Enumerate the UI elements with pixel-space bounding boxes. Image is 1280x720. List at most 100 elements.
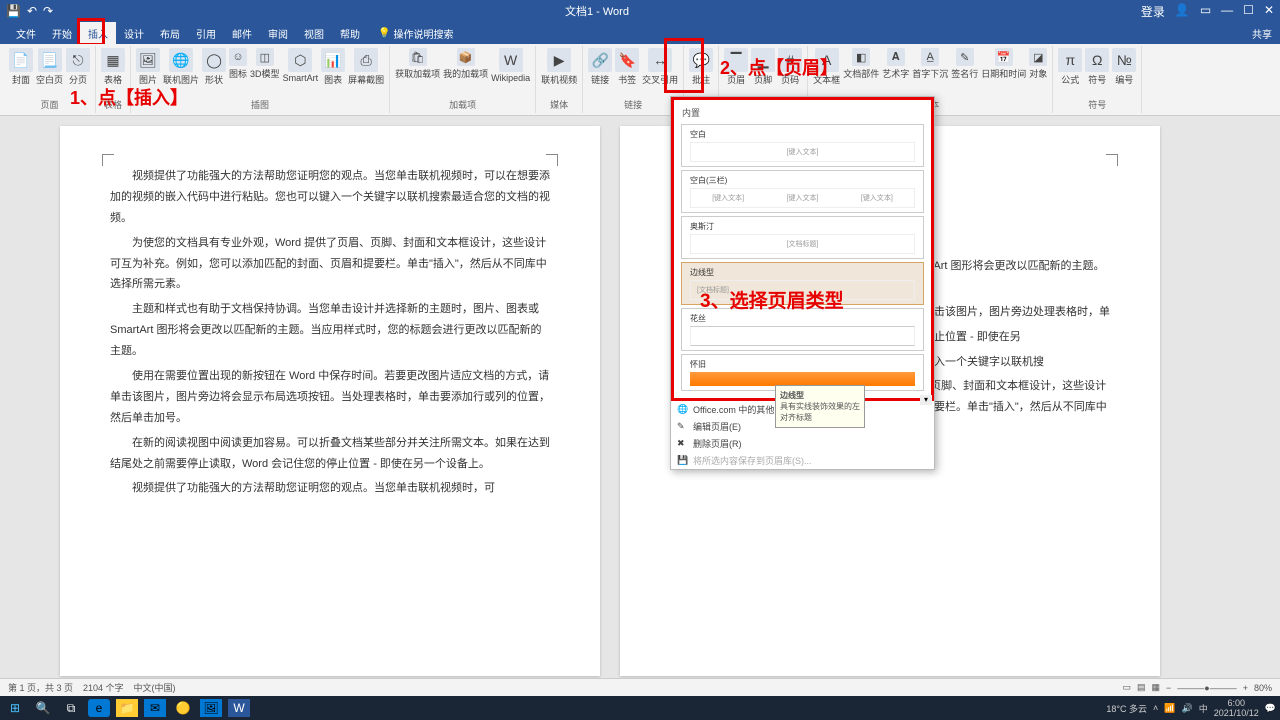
zoom-slider[interactable]: ———●——— [1177,683,1236,693]
network-icon[interactable]: 📶 [1164,703,1175,714]
shapes-button[interactable]: ◯形状 [202,48,226,86]
symbol-button[interactable]: Ω符号 [1085,48,1109,86]
para: 为使您的文档具有专业外观，Word 提供了页眉、页脚、封面和文本框设计，这些设计… [110,233,550,296]
status-words[interactable]: 2104 个字 [83,681,124,694]
taskview-icon[interactable]: ⧉ [60,699,82,717]
datetime-button[interactable]: 📅日期和时间 [981,48,1026,80]
callout-1: 1、点【插入】 [70,84,188,110]
store-button[interactable]: 🛍获取加载项 [395,48,440,80]
undo-icon[interactable]: ↶ [27,4,37,18]
gallery-item-prominent[interactable]: 花丝 [681,308,924,351]
comment-button[interactable]: 💬批注 [689,48,713,86]
gallery-scroll-down[interactable]: ▾ [920,395,932,405]
bookmark-button[interactable]: 🔖书签 [615,48,639,86]
photos-icon[interactable]: 🖼 [200,699,222,717]
group-links-label: 链接 [588,98,678,111]
word-icon[interactable]: W [228,699,250,717]
number-button[interactable]: №编号 [1112,48,1136,86]
edge-icon[interactable]: e [88,699,110,717]
minimize-icon[interactable]: — [1221,3,1233,20]
zoom-level[interactable]: 80% [1254,683,1272,693]
para: 视频提供了功能强大的方法帮助您证明您的观点。当您单击联机视频时，可 [110,478,550,499]
para: 主题和样式也有助于文档保持协调。当您单击设计并选择新的主题时，图片、图表或 Sm… [110,299,550,362]
gallery-remove-header[interactable]: ✖删除页眉(R) [671,435,934,452]
view-web-icon[interactable]: ▦ [1152,682,1161,693]
bulb-icon: 💡 [378,28,390,39]
tab-file[interactable]: 文件 [8,22,44,44]
search-icon[interactable]: 🔍 [32,699,54,717]
icons-button[interactable]: ☺图标 [229,48,247,80]
para: 使用在需要位置出现的新按钮在 Word 中保存时间。若要更改图片适应文档的方式，… [110,366,550,429]
sigline-button[interactable]: ✎签名行 [951,48,978,80]
chart-button[interactable]: 📊图表 [321,48,345,86]
equation-button[interactable]: π公式 [1058,48,1082,86]
group-symbols-label: 符号 [1058,98,1136,111]
tell-me[interactable]: 💡 操作说明搜索 [378,26,453,41]
pictures-button[interactable]: 🖼图片 [136,48,160,86]
gallery-tooltip: 边线型 具有实线装饰效果的左对齐标题 [775,385,865,428]
quickparts-button[interactable]: ◧文档部件 [843,48,879,80]
object-button[interactable]: ◪对象 [1029,48,1047,80]
save-icon[interactable]: 💾 [6,4,21,18]
ime-icon[interactable]: 中 [1199,702,1208,715]
start-button[interactable]: ⊞ [4,699,26,717]
clock-time[interactable]: 6:00 [1214,698,1259,708]
myaddins-button[interactable]: 📦我的加载项 [443,48,488,80]
tray-up-icon[interactable]: ˄ [1153,703,1158,713]
smartart-button[interactable]: ⬡SmartArt [283,48,319,83]
ribbon-options-icon[interactable]: ▭ [1200,3,1211,20]
chrome-icon[interactable]: 🟡 [172,699,194,717]
clock-date[interactable]: 2021/10/12 [1214,708,1259,718]
user-avatar-icon[interactable]: 👤 [1175,3,1190,20]
status-page[interactable]: 第 1 页，共 3 页 [8,681,73,694]
zoom-in-icon[interactable]: + [1243,683,1248,693]
zoom-out-icon[interactable]: − [1166,683,1171,693]
volume-icon[interactable]: 🔊 [1182,703,1193,714]
cover-page-button[interactable]: 📄封面 [9,48,33,86]
tab-design[interactable]: 设计 [116,22,152,44]
weather-widget[interactable]: 18°C 多云 [1106,702,1147,715]
wikipedia-button[interactable]: WWikipedia [491,48,530,83]
globe-icon: 🌐 [677,404,689,416]
3dmodel-button[interactable]: ◫3D模型 [250,48,280,80]
window-title: 文档1 - Word [53,3,1141,19]
gallery-item-blank3[interactable]: 空白(三栏) [键入文本][键入文本][键入文本] [681,170,924,213]
tab-home[interactable]: 开始 [44,22,80,44]
tab-help[interactable]: 帮助 [332,22,368,44]
screenshot-button[interactable]: ⎙屏幕截图 [348,48,384,86]
remove-icon: ✖ [677,438,689,450]
xref-button[interactable]: ↔交叉引用 [642,48,678,86]
page-break-button[interactable]: ⎋分页 [66,48,90,86]
gallery-save-selection[interactable]: 💾将所选内容保存到页眉库(S)... [671,452,934,469]
blank-page-button[interactable]: 📃空白页 [36,48,63,86]
explorer-icon[interactable]: 📁 [116,699,138,717]
tab-mailings[interactable]: 邮件 [224,22,260,44]
tab-insert[interactable]: 插入 [80,22,116,44]
gallery-item-blank[interactable]: 空白 [键入文本] [681,124,924,167]
user-label[interactable]: 登录 [1141,3,1165,20]
maximize-icon[interactable]: ☐ [1243,3,1254,20]
mail-icon[interactable]: ✉ [144,699,166,717]
tab-references[interactable]: 引用 [188,22,224,44]
view-print-icon[interactable]: ▤ [1137,682,1146,693]
gallery-item-austin[interactable]: 奥斯汀 [文档标题] [681,216,924,259]
online-pictures-button[interactable]: 🌐联机图片 [163,48,199,86]
close-icon[interactable]: ✕ [1264,3,1274,20]
share-button[interactable]: 共享 [1252,26,1272,41]
tab-review[interactable]: 审阅 [260,22,296,44]
table-button[interactable]: ▦表格 [101,48,125,86]
link-button[interactable]: 🔗链接 [588,48,612,86]
redo-icon[interactable]: ↷ [43,4,53,18]
online-video-button[interactable]: ▶联机视频 [541,48,577,86]
wordart-button[interactable]: 𝐀艺术字 [882,48,909,80]
view-read-icon[interactable]: ▭ [1122,682,1131,693]
notifications-icon[interactable]: 💬 [1265,703,1276,714]
edit-icon: ✎ [677,421,689,433]
callout-2: 2、点【页眉】 [720,54,838,80]
status-lang[interactable]: 中文(中国) [134,681,176,694]
group-addins-label: 加载项 [395,98,530,111]
dropcap-button[interactable]: A̲首字下沉 [912,48,948,80]
tab-view[interactable]: 视图 [296,22,332,44]
para: 在新的阅读视图中阅读更加容易。可以折叠文档某些部分并关注所需文本。如果在达到结尾… [110,433,550,475]
tab-layout[interactable]: 布局 [152,22,188,44]
